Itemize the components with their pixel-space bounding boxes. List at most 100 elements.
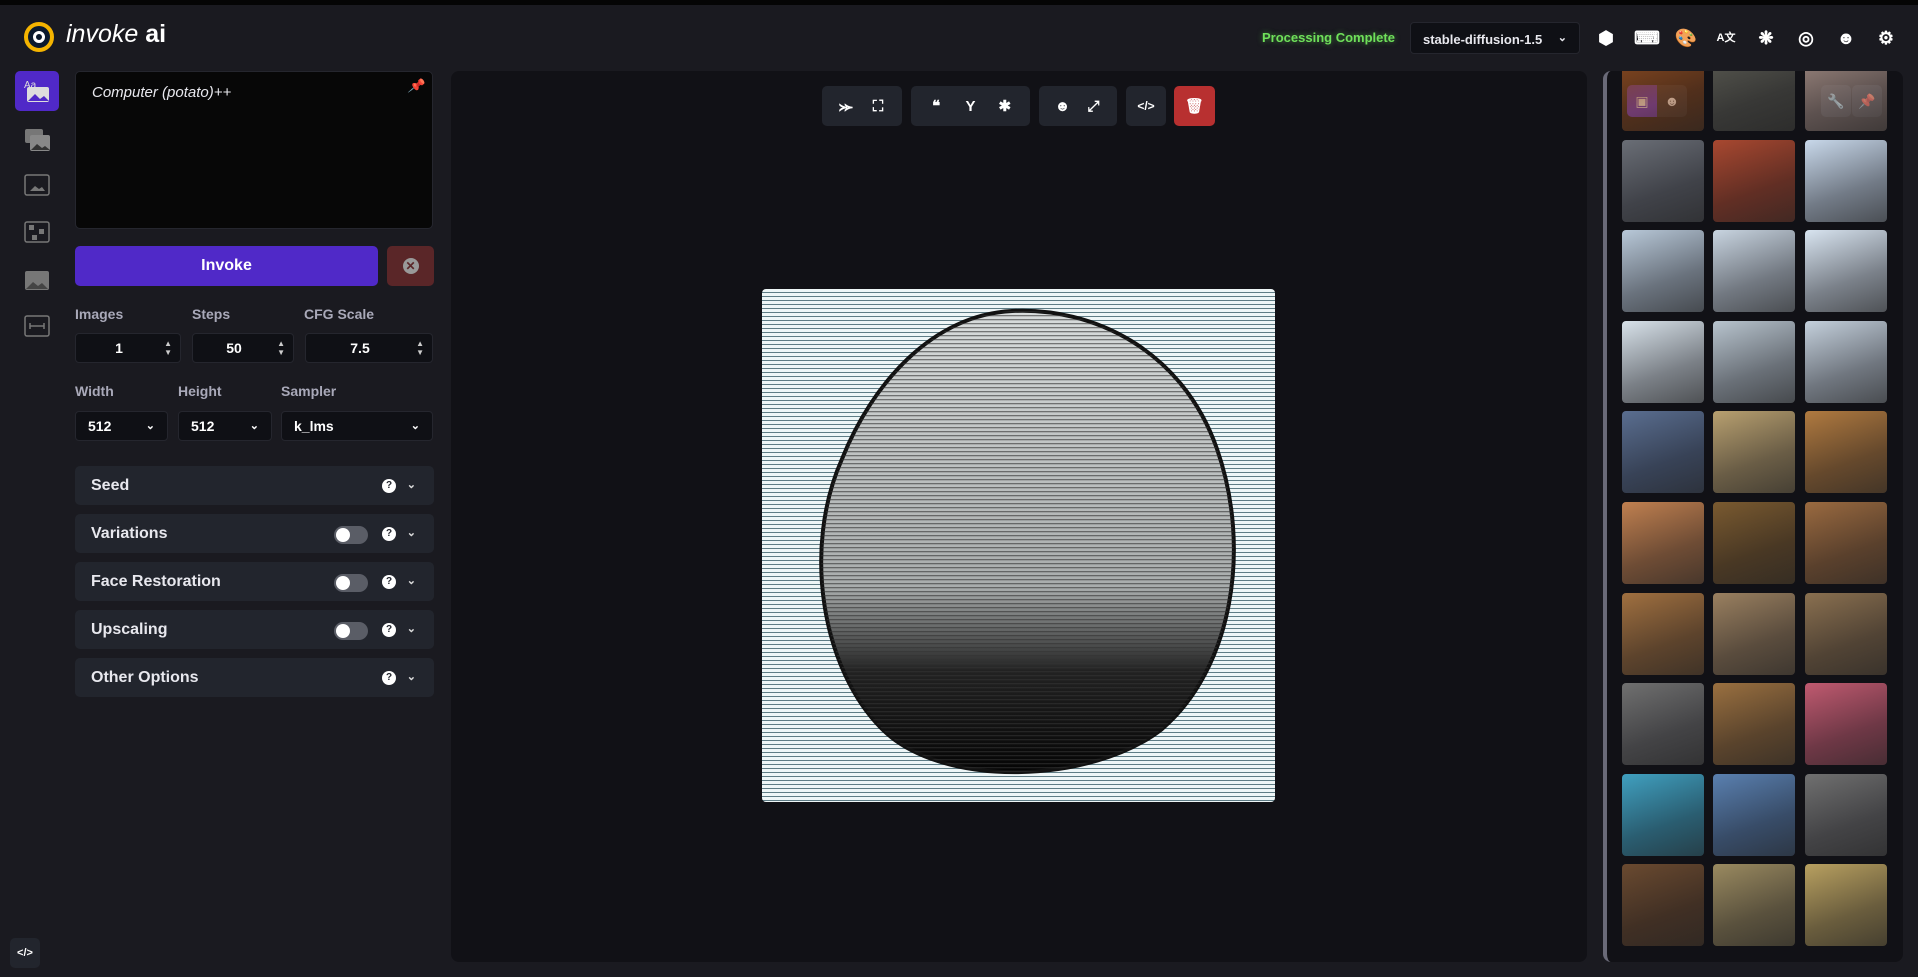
gallery-thumbnail[interactable] — [1713, 320, 1795, 403]
accordion-label: Upscaling — [91, 621, 168, 638]
share-toolbar-group: ⪼ ⛶ — [822, 86, 902, 126]
gallery-thumbnail[interactable] — [1622, 71, 1704, 131]
settings-icon[interactable]: ⚙ — [1874, 26, 1898, 50]
gallery-thumbnail[interactable] — [1622, 139, 1704, 222]
gallery-thumbnail[interactable] — [1622, 411, 1704, 494]
gallery-thumbnail[interactable] — [1805, 592, 1887, 675]
gallery-thumbnail[interactable] — [1622, 230, 1704, 313]
palette-icon[interactable]: 🎨 — [1674, 26, 1698, 50]
keyboard-icon[interactable]: ⌨ — [1634, 26, 1660, 50]
bug-icon[interactable]: ❋ — [1754, 26, 1778, 50]
cfg-stepper[interactable]: 7.5 ▲ ▼ — [305, 333, 433, 363]
stepper-arrows-icon[interactable]: ▲ ▼ — [416, 339, 424, 357]
accordion-seed[interactable]: Seed? ⌄ — [75, 466, 434, 505]
images-stepper[interactable]: 1 ▲ ▼ — [75, 333, 181, 363]
pin-icon[interactable]: 📌 — [408, 78, 424, 94]
use-seed-seedling-icon[interactable]: Y — [958, 98, 982, 115]
gallery-thumbnail[interactable] — [1805, 502, 1887, 584]
model-select[interactable]: stable-diffusion-1.5 ⌄ — [1410, 22, 1580, 54]
width-select[interactable]: 512 ⌄ — [75, 411, 168, 441]
accordion-face-restoration[interactable]: Face Restoration? ⌄ — [75, 562, 434, 601]
top-strip — [0, 0, 1918, 5]
tab-unified-canvas[interactable] — [15, 165, 59, 205]
tab-image-to-image[interactable] — [15, 120, 59, 160]
gallery-thumbnail[interactable] — [1713, 230, 1795, 313]
accordion-upscaling[interactable]: Upscaling? ⌄ — [75, 610, 434, 649]
cfg-label: CFG Scale — [304, 306, 375, 322]
help-icon[interactable]: ? — [382, 527, 396, 541]
gallery-thumbnail[interactable] — [1805, 320, 1887, 403]
postprocess-toolbar-group: ☻ ⤢ — [1039, 86, 1117, 126]
share-icon[interactable]: ⪼ — [834, 98, 858, 115]
gallery-thumbnail[interactable] — [1713, 864, 1795, 947]
gallery-thumbnail[interactable] — [1805, 683, 1887, 766]
discord-icon[interactable]: ☻ — [1834, 26, 1858, 50]
chevron-down-icon: ⌄ — [1557, 32, 1567, 44]
metadata-toolbar-group: </> — [1126, 86, 1166, 126]
gallery-thumbnail[interactable] — [1713, 71, 1795, 131]
code-icon: </> — [17, 947, 33, 959]
accordion-variations[interactable]: Variations? ⌄ — [75, 514, 434, 553]
chevron-down-icon: ⌄ — [406, 527, 416, 539]
toggle-console-button[interactable]: </> — [10, 938, 40, 968]
gallery-thumbnail[interactable] — [1622, 683, 1704, 766]
gallery-thumbnail[interactable] — [1805, 411, 1887, 494]
toggle-switch[interactable] — [334, 574, 368, 592]
face-restore-smile-icon[interactable]: ☻ — [1051, 98, 1075, 115]
gallery-thumbnail[interactable] — [1805, 71, 1887, 131]
status-text: Processing Complete — [1262, 30, 1395, 45]
model-manager-icon[interactable]: ⬢ — [1594, 26, 1618, 50]
close-circle-icon: ✕ — [402, 258, 419, 274]
tab-postprocessing[interactable] — [15, 260, 59, 300]
upscale-expand-icon[interactable]: ⤢ — [1082, 98, 1106, 115]
chevron-down-icon: ⌄ — [249, 420, 259, 432]
github-icon[interactable]: ◎ — [1794, 26, 1818, 50]
gallery-thumbnail[interactable] — [1622, 773, 1704, 856]
gallery-thumbnail[interactable] — [1622, 502, 1704, 584]
cancel-button[interactable]: ✕ — [387, 246, 434, 286]
stepper-arrows-icon[interactable]: ▲ ▼ — [164, 339, 172, 357]
tab-text-to-image[interactable]: Aa — [15, 71, 59, 111]
delete-button[interactable]: 🗑 — [1174, 86, 1215, 126]
gallery-thumbnail[interactable] — [1713, 683, 1795, 766]
stepper-arrows-icon[interactable]: ▲ ▼ — [277, 339, 285, 357]
accordion-other-options[interactable]: Other Options? ⌄ — [75, 658, 434, 697]
height-select[interactable]: 512 ⌄ — [178, 411, 272, 441]
gallery-thumbnail[interactable] — [1713, 411, 1795, 494]
language-icon[interactable]: A文 — [1714, 26, 1738, 50]
gallery-thumbnail[interactable] — [1805, 864, 1887, 947]
steps-stepper[interactable]: 50 ▲ ▼ — [192, 333, 294, 363]
text-image-icon: Aa — [24, 80, 49, 102]
fullscreen-icon[interactable]: ⛶ — [866, 98, 890, 115]
accordion-label: Other Options — [91, 669, 199, 686]
sampler-label: Sampler — [281, 383, 337, 399]
gallery-thumbnail[interactable] — [1622, 864, 1704, 947]
chevron-down-icon: ⌄ — [406, 479, 416, 491]
gallery-thumbnail[interactable] — [1713, 139, 1795, 222]
gallery-thumbnail[interactable] — [1622, 320, 1704, 403]
prompt-input[interactable]: Computer (potato)++ 📌 — [75, 71, 433, 229]
trash-icon: 🗑 — [1184, 98, 1205, 115]
gallery-thumbnail[interactable] — [1713, 502, 1795, 584]
toggle-switch[interactable] — [334, 526, 368, 544]
gallery-thumbnail[interactable] — [1622, 592, 1704, 675]
help-icon[interactable]: ? — [382, 671, 396, 685]
use-prompt-quote-icon[interactable]: ❝ — [924, 97, 948, 115]
help-icon[interactable]: ? — [382, 623, 396, 637]
use-all-asterisk-icon[interactable]: ✱ — [993, 97, 1017, 115]
gallery-thumbnail[interactable] — [1805, 139, 1887, 222]
brand-name: invoke ai — [66, 20, 167, 48]
help-icon[interactable]: ? — [382, 479, 396, 493]
tab-training[interactable] — [15, 306, 59, 346]
height-label: Height — [178, 383, 222, 399]
gallery-thumbnail[interactable] — [1805, 230, 1887, 313]
toggle-switch[interactable] — [334, 622, 368, 640]
gallery-thumbnail[interactable] — [1805, 773, 1887, 856]
tab-nodes[interactable] — [15, 212, 59, 252]
help-icon[interactable]: ? — [382, 575, 396, 589]
gallery-thumbnail[interactable] — [1713, 592, 1795, 675]
sampler-select[interactable]: k_lms ⌄ — [281, 411, 433, 441]
gallery-thumbnail[interactable] — [1713, 773, 1795, 856]
code-icon[interactable]: </> — [1134, 99, 1158, 113]
invoke-button[interactable]: Invoke — [75, 246, 378, 286]
